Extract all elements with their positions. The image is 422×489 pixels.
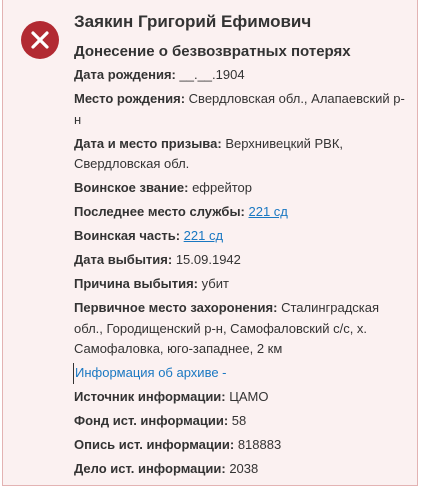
rank-row: Воинское звание: ефрейтор xyxy=(74,178,410,199)
source-value: ЦАМО xyxy=(229,389,269,404)
departure-date-value: 15.09.1942 xyxy=(175,252,241,267)
person-name: Заякин Григорий Ефимович xyxy=(74,12,312,31)
last-service-label: Последнее место службы: xyxy=(74,204,245,219)
close-icon xyxy=(31,31,49,49)
rank-label: Воинское звание: xyxy=(74,180,189,195)
unit-label: Воинская часть: xyxy=(74,228,181,243)
source-label: Источник информации: xyxy=(74,389,226,404)
draft-row: Дата и место призыва: Верхнивецкий РВК, … xyxy=(74,134,410,175)
birth-place-label: Место рождения: xyxy=(74,91,186,106)
fund-label: Фонд ист. информации: xyxy=(74,413,229,428)
departure-date-label: Дата выбытия: xyxy=(74,252,173,267)
departure-reason-value: убит xyxy=(201,276,229,291)
close-circle-icon xyxy=(21,21,59,59)
fund-row: Фонд ист. информации: 58 xyxy=(74,411,410,432)
case-value: 2038 xyxy=(229,461,259,476)
case-row: Дело ист. информации: 2038 xyxy=(74,459,410,480)
case-label: Дело ист. информации: xyxy=(74,461,226,476)
inventory-row: Опись ист. информации: 818883 xyxy=(74,435,410,456)
last-service-row: Последнее место службы: 221 сд xyxy=(74,202,410,223)
record-fields: Дата рождения: __.__.1904 Место рождения… xyxy=(73,65,410,480)
source-row: Источник информации: ЦАМО xyxy=(74,387,410,408)
departure-reason-row: Причина выбытия: убит xyxy=(74,274,410,295)
birth-date-row: Дата рождения: __.__.1904 xyxy=(74,65,410,86)
burial-row: Первичное место захоронения: Сталинградс… xyxy=(74,298,410,360)
birth-place-row: Место рождения: Свердловская обл., Алапа… xyxy=(74,89,410,130)
inventory-value: 818883 xyxy=(237,437,282,452)
record-content: Заякин Григорий Ефимович Донесение о без… xyxy=(73,10,410,483)
archive-info-link[interactable]: Информация об архиве - xyxy=(73,363,410,384)
fund-value: 58 xyxy=(231,413,247,428)
document-type: Донесение о безвозвратных потерях xyxy=(74,43,351,60)
burial-label: Первичное место захоронения: xyxy=(74,300,278,315)
unit-link[interactable]: 221 сд xyxy=(184,228,223,243)
birth-date-value: __.__.1904 xyxy=(179,67,245,82)
unit-row: Воинская часть: 221 сд xyxy=(74,226,410,247)
draft-label: Дата и место призыва: xyxy=(74,135,222,151)
record-card: Заякин Григорий Ефимович Донесение о без… xyxy=(2,0,418,486)
last-service-link[interactable]: 221 сд xyxy=(249,204,288,219)
rank-value: ефрейтор xyxy=(192,180,252,195)
birth-date-label: Дата рождения: xyxy=(74,67,176,82)
inventory-label: Опись ист. информации: xyxy=(74,437,235,452)
departure-date-row: Дата выбытия: 15.09.1942 xyxy=(74,250,410,271)
departure-reason-label: Причина выбытия: xyxy=(74,276,199,291)
